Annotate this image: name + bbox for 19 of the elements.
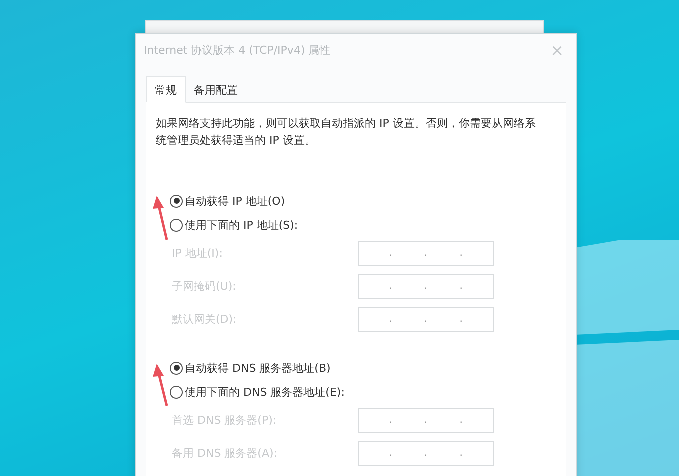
radio-label[interactable]: 自动获得 DNS 服务器地址(B) xyxy=(185,360,331,376)
window-title: Internet 协议版本 4 (TCP/IPv4) 属性 xyxy=(144,42,331,58)
radio-button[interactable] xyxy=(170,362,183,374)
field-label: 首选 DNS 服务器(P): xyxy=(172,413,277,428)
radio-button[interactable] xyxy=(170,386,183,398)
radio-label[interactable]: 使用下面的 IP 地址(S): xyxy=(185,218,298,232)
radio-label[interactable]: 使用下面的 DNS 服务器地址(E): xyxy=(185,384,345,400)
annotation-arrow xyxy=(153,364,168,406)
tab[interactable]: 常规 xyxy=(146,76,186,103)
radio-label[interactable]: 自动获得 IP 地址(O) xyxy=(185,194,286,208)
radio-button[interactable] xyxy=(170,194,183,208)
field-label: 默认网关(D): xyxy=(172,312,237,327)
radio-button[interactable] xyxy=(170,218,183,232)
field-label: IP 地址(I): xyxy=(172,246,223,261)
annotation-arrow xyxy=(153,196,168,240)
description-text: 如果网络支持此功能，则可以获取自动指派的 IP 设置。否则，你需要从网络系统管理员处获得适当的 IP 设置。 xyxy=(156,116,537,149)
field-label: 备用 DNS 服务器(A): xyxy=(172,446,278,461)
tab[interactable]: 备用配置 xyxy=(186,76,246,102)
field-label: 子网掩码(U): xyxy=(172,279,236,294)
